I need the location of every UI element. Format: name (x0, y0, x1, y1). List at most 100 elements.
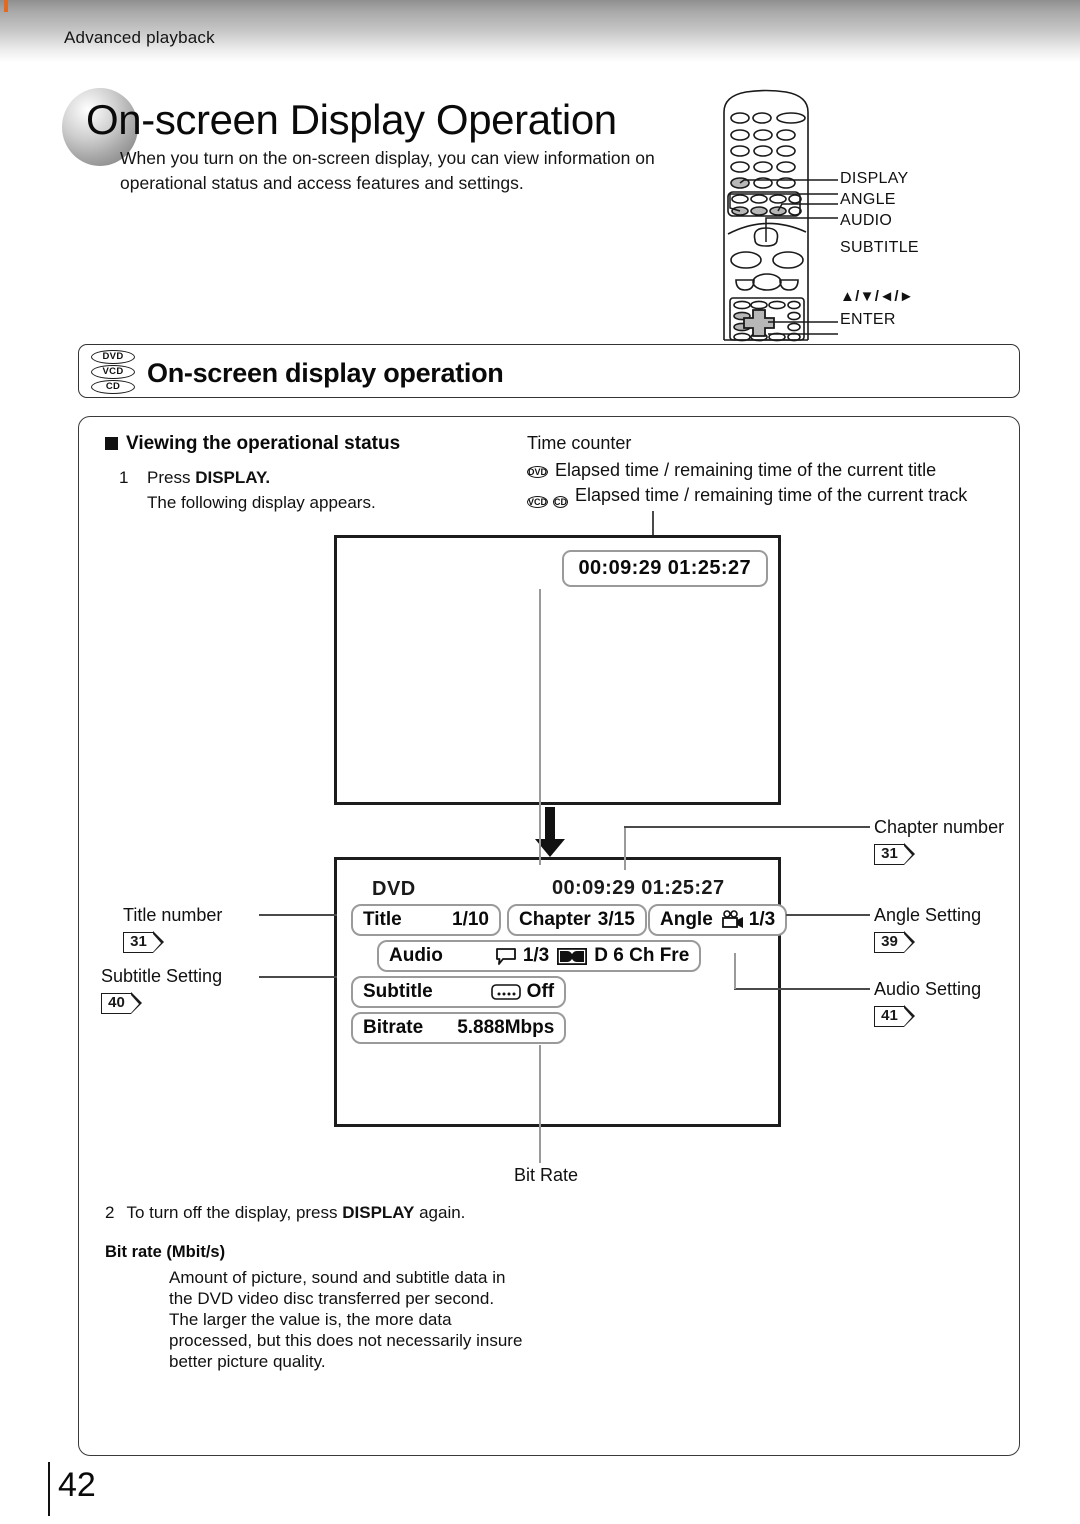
callout-chapter-number: Chapter number (874, 817, 1004, 838)
osd-time-counter: 00:09:29 01:25:27 (561, 550, 768, 587)
osd-time-counter-detail: 00:09:29 01:25:27 (552, 877, 725, 899)
step-1-line-2: The following display appears. (147, 493, 376, 512)
leader-audio-setting-h (734, 988, 870, 990)
leader-title-number (259, 914, 337, 916)
leader-chapter-number-v (624, 826, 626, 870)
section-heading-bar: DVD VCD CD On-screen display operation (78, 344, 1020, 398)
callout-angle-setting: Angle Setting (874, 905, 981, 926)
time-counter-row-dvd-text: Elapsed time / remaining time of the cur… (555, 460, 937, 480)
step-1: 1 Press DISPLAY. The following display a… (119, 465, 499, 515)
movie-camera-icon (721, 910, 743, 928)
pageref-39-angle[interactable]: 39 (874, 931, 915, 954)
disc-badge-vcd: VCD (91, 365, 135, 379)
callout-title-number-label: Title number (123, 905, 223, 925)
content-frame: Viewing the operational status 1 Press D… (78, 416, 1020, 1456)
osd-chapter-label: Chapter (519, 909, 591, 930)
callout-chapter-number-label: Chapter number (874, 817, 1005, 837)
step-1-number: 1 (119, 468, 129, 487)
bullet-square-icon (105, 437, 118, 450)
step-2: 2 To turn off the display, press DISPLAY … (105, 1203, 465, 1223)
osd-audio-track: 1/3 (522, 945, 550, 966)
callout-bit-rate: Bit Rate (514, 1165, 579, 1185)
callout-subtitle-setting: Subtitle Setting (101, 966, 222, 987)
callout-title-number: Title number (123, 905, 222, 926)
osd-audio-field[interactable]: Audio 1/3 D 6 Ch Fre (377, 940, 702, 972)
osd-chapter-field[interactable]: Chapter 3/15 (507, 904, 647, 936)
osd-subtitle-field[interactable]: Subtitle Off (351, 976, 567, 1008)
step-1-line-1: Press DISPLAY. (147, 465, 499, 490)
callout-angle-setting-pageref-wrap: 39 (874, 929, 915, 954)
time-counter-row-vcd-cd-text: Elapsed time / remaining time of the cur… (575, 485, 968, 505)
pageref-41-audio[interactable]: 41 (874, 1005, 915, 1028)
pageref-40-subtitle[interactable]: 40 (101, 992, 142, 1015)
step-1-button-name: DISPLAY. (195, 468, 271, 487)
time-counter-badge-vcd: VCD (527, 496, 549, 508)
step-2-text-post: again. (414, 1203, 466, 1222)
callout-subtitle-setting-label: Subtitle Setting (101, 966, 223, 986)
remote-callout-display: DISPLAY (840, 170, 909, 187)
bitrate-definition-body: Amount of picture, sound and subtitle da… (169, 1268, 523, 1371)
running-head-label: Advanced playback (64, 28, 215, 47)
osd-subtitle-value: Off (526, 981, 555, 1002)
page-title: On-screen Display Operation (86, 96, 617, 143)
osd-angle-field[interactable]: Angle 1/3 (648, 904, 788, 936)
time-counter-title: Time counter (527, 433, 632, 453)
leader-bitrate-top (539, 589, 541, 865)
leader-audio-setting-v (734, 953, 736, 989)
osd-title-field[interactable]: Title 1/10 (351, 904, 501, 936)
step-1-text-pre: Press (147, 468, 196, 487)
osd-bitrate-field[interactable]: Bitrate 5.888Mbps (351, 1012, 567, 1044)
osd-audio-label: Audio (389, 945, 443, 966)
leader-subtitle-setting (259, 976, 337, 978)
callout-title-number-pageref-wrap: 31 (123, 929, 164, 954)
pageref-31-chapter[interactable]: 31 (874, 843, 915, 866)
remote-callout-enter: ENTER (840, 311, 896, 328)
disc-badge-dvd: DVD (91, 350, 135, 364)
subtitle-box-icon (490, 984, 521, 1000)
page-number: 42 (58, 1466, 96, 1504)
time-counter-badge-dvd: DVD (527, 466, 549, 478)
leader-chapter-number-h (786, 826, 870, 828)
callout-angle-setting-label: Angle Setting (874, 905, 982, 925)
leader-bitrate-bottom (539, 1045, 541, 1163)
step-2-text-pre: To turn off the display, press (126, 1203, 343, 1222)
callout-audio-setting: Audio Setting (874, 979, 981, 1000)
osd-title-value: 1/10 (452, 909, 489, 930)
pageref-31-title[interactable]: 31 (123, 931, 164, 954)
tv-screen-simple-osd: 00:09:29 01:25:27 (334, 535, 781, 805)
callout-audio-setting-pageref-wrap: 41 (874, 1003, 915, 1028)
subsection-heading-label: Viewing the operational status (126, 433, 401, 454)
disc-badge-cd: CD (91, 380, 135, 394)
callout-audio-setting-label: Audio Setting (874, 979, 982, 999)
bitrate-definition-heading: Bit rate (Mbit/s) (105, 1243, 226, 1261)
remote-callout-angle: ANGLE (840, 191, 896, 208)
step-2-number: 2 (105, 1203, 115, 1222)
osd-audio-format: D 6 Ch Fre (594, 945, 690, 966)
chapter-intro-text: When you turn on the on-screen display, … (120, 148, 655, 193)
osd-subtitle-label: Subtitle (363, 981, 433, 1002)
folio-rule (48, 1462, 51, 1516)
remote-callout-dpad: ▲/▼/◄/► (840, 288, 914, 305)
osd-angle-value: 1/3 (748, 909, 776, 930)
remote-control-diagram: DISPLAY ANGLE AUDIO SUBTITLE ▲/▼/◄/► ENT… (700, 82, 1080, 342)
osd-title-label: Title (363, 909, 402, 930)
page-running-header: Advanced playback (0, 0, 1080, 62)
remote-callout-subtitle: SUBTITLE (840, 239, 919, 256)
osd-bitrate-label: Bitrate (363, 1017, 424, 1038)
time-counter-row-vcd-cd: VCD CD Elapsed time / remaining time of … (527, 485, 967, 510)
speech-bubble-icon (495, 948, 516, 965)
osd-chapter-value: 3/15 (597, 909, 635, 930)
step-2-button-name: DISPLAY (342, 1203, 415, 1222)
time-counter-badge-vcd-cd: VCD CD (527, 489, 569, 510)
osd-angle-label: Angle (660, 909, 713, 930)
section-title: On-screen display operation (147, 358, 504, 388)
tv-screen-detailed-osd: DVD 00:09:29 01:25:27 Title 1/10 Chapter… (334, 857, 788, 1127)
dolby-digital-icon (557, 947, 588, 965)
remote-callout-audio: AUDIO (840, 212, 893, 229)
header-accent-tick (4, 0, 8, 12)
time-counter-row-dvd: DVD Elapsed time / remaining time of the… (527, 459, 936, 481)
callout-subtitle-setting-pageref-wrap: 40 (101, 990, 142, 1015)
subsection-heading: Viewing the operational status (105, 433, 400, 455)
callout-chapter-number-pageref-wrap: 31 (874, 841, 915, 866)
leader-time-counter-vertical (652, 511, 654, 537)
